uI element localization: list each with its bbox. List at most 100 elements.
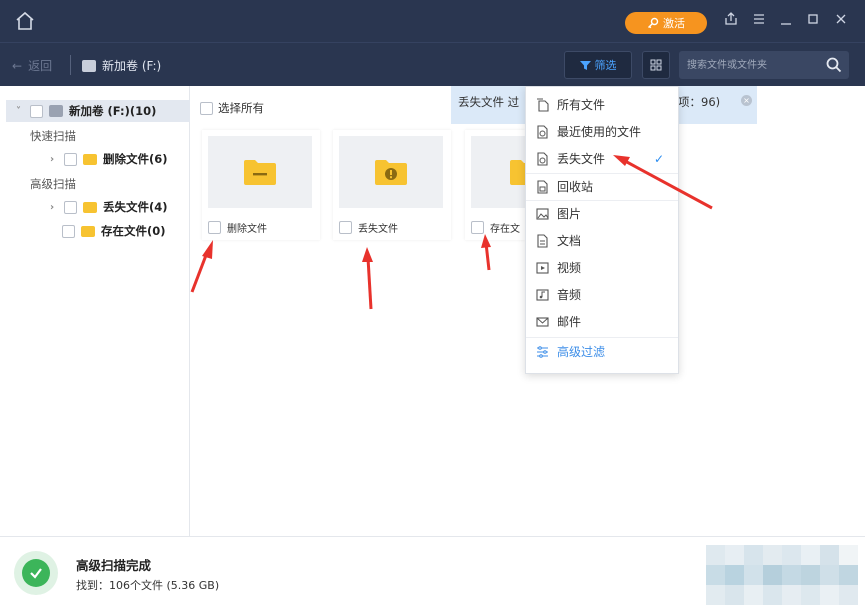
check-icon: ✓ [653, 151, 664, 166]
existing-files-label: 存在文件(0) [101, 224, 166, 238]
minimize-icon[interactable] [777, 12, 795, 30]
mail-icon [536, 316, 549, 327]
toolbar: ← 返回 新加卷 (F:) 筛选 [0, 42, 865, 86]
back-label: 返回 [28, 59, 53, 73]
select-all-label: 选择所有 [218, 101, 264, 115]
deleted-files-checkbox[interactable] [64, 152, 77, 166]
image-icon [536, 207, 549, 220]
status-title: 高级扫描完成 [76, 558, 152, 573]
grid-view-icon [650, 59, 662, 71]
menu-item-documents[interactable]: 文档 [526, 227, 678, 254]
folder-card-lost[interactable]: 丢失文件 [333, 130, 451, 240]
chevron-right-icon[interactable]: › [50, 202, 58, 213]
filter-dropdown-menu: 所有文件 最近使用的文件 丢失文件 ✓ 回收站 图片 文档 视频 音频 邮件 高… [525, 86, 679, 374]
card-label-text: 丢失文件 [358, 224, 398, 235]
recycle-bin-icon [537, 179, 548, 194]
title-bar: 激活 [0, 0, 865, 42]
menu-item-images[interactable]: 图片 [526, 200, 678, 227]
recent-files-icon [537, 124, 548, 139]
folder-thumbnail [471, 136, 525, 208]
quick-scan-heading: 快速扫描 [30, 129, 76, 143]
filter-button[interactable]: 筛选 [564, 51, 632, 79]
root-label: 新加卷 (F:)(10) [69, 104, 157, 118]
share-icon[interactable] [722, 12, 740, 30]
existing-folder-icon [510, 160, 525, 185]
lost-files-checkbox[interactable] [64, 200, 77, 214]
menu-item-label: 图片 [557, 207, 582, 221]
card-label: 存在文 [471, 220, 520, 235]
menu-item-audio[interactable]: 音频 [526, 281, 678, 308]
advanced-scan-heading: 高级扫描 [30, 177, 76, 191]
card-checkbox[interactable] [208, 221, 221, 234]
status-found-count: 找到：106个文件 (5.36 GB) [76, 579, 220, 592]
menu-item-mail[interactable]: 邮件 [526, 308, 678, 335]
search-icon[interactable] [826, 57, 842, 73]
menu-icon[interactable] [750, 12, 768, 30]
audio-icon [536, 288, 549, 301]
search-box [679, 51, 849, 79]
card-label: 删除文件 [208, 220, 267, 235]
menu-item-all-files[interactable]: 所有文件 [526, 91, 678, 118]
deleted-folder-icon [83, 153, 97, 165]
blurred-area [706, 545, 858, 605]
search-input[interactable] [687, 51, 822, 79]
menu-item-recycle-bin[interactable]: 回收站 [526, 173, 678, 200]
menu-item-label: 音频 [557, 288, 582, 302]
menu-item-label: 视频 [557, 261, 582, 275]
info-text-left: 丢失文件 过 [458, 95, 520, 109]
checkmark-icon [22, 559, 50, 587]
menu-item-advanced-filter[interactable]: 高级过滤 [526, 338, 678, 365]
menu-item-lost-files[interactable]: 丢失文件 ✓ [526, 145, 678, 172]
menu-item-label: 回收站 [557, 180, 594, 194]
select-all[interactable]: 选择所有 [200, 100, 264, 116]
home-icon[interactable] [14, 11, 36, 31]
advanced-filter-icon [537, 345, 548, 358]
card-checkbox[interactable] [471, 221, 484, 234]
lost-files-label: 丢失文件(4) [103, 200, 168, 214]
all-files-icon [537, 97, 549, 112]
key-icon [648, 17, 659, 29]
lost-files-icon [537, 151, 548, 166]
tree-item-deleted-files[interactable]: › 删除文件(6) [50, 151, 168, 167]
menu-item-recent-files[interactable]: 最近使用的文件 [526, 118, 678, 145]
view-toggle-button[interactable] [642, 51, 670, 79]
toolbar-divider [70, 55, 71, 75]
tree-root-drive[interactable]: ˅ 新加卷 (F:)(10) [6, 100, 190, 122]
activate-button[interactable]: 激活 [625, 12, 707, 34]
lost-folder-icon [375, 160, 407, 185]
chevron-right-icon[interactable]: › [50, 154, 58, 165]
card-label-text: 存在文 [490, 224, 520, 235]
tree-item-existing-files[interactable]: 存在文件(0) [62, 223, 166, 239]
status-bar: 高级扫描完成 找到：106个文件 (5.36 GB) [0, 536, 865, 606]
back-button[interactable]: ← 返回 [12, 57, 52, 74]
existing-files-checkbox[interactable] [62, 224, 75, 238]
close-icon[interactable] [832, 12, 850, 30]
deleted-files-label: 删除文件(6) [103, 152, 168, 166]
maximize-icon[interactable] [804, 12, 822, 30]
lost-folder-icon [83, 201, 97, 213]
info-text-right: 项：96) [678, 95, 721, 109]
folder-thumbnail [208, 136, 312, 208]
select-all-checkbox[interactable] [200, 101, 213, 115]
scan-complete-badge [14, 551, 58, 595]
sidebar-tree: ˅ 新加卷 (F:)(10) 快速扫描 › 删除文件(6) 高级扫描 › 丢失文… [0, 86, 190, 536]
existing-folder-icon [81, 225, 95, 237]
menu-item-label: 邮件 [557, 315, 582, 329]
document-icon [537, 233, 548, 248]
info-close-icon[interactable]: × [741, 95, 752, 106]
breadcrumb: 新加卷 (F:) [82, 57, 161, 74]
folder-card-deleted[interactable]: 删除文件 [202, 130, 320, 240]
tree-item-lost-files[interactable]: › 丢失文件(4) [50, 199, 168, 215]
card-label: 丢失文件 [339, 220, 398, 235]
drive-icon [82, 59, 96, 72]
menu-item-videos[interactable]: 视频 [526, 254, 678, 281]
back-arrow-icon: ← [12, 58, 23, 73]
root-checkbox[interactable] [30, 104, 43, 118]
video-icon [536, 261, 549, 274]
breadcrumb-label: 新加卷 (F:) [102, 59, 162, 73]
chevron-down-icon[interactable]: ˅ [16, 106, 24, 117]
filter-label: 筛选 [594, 59, 617, 72]
card-checkbox[interactable] [339, 221, 352, 234]
folder-card-existing[interactable]: 存在文 [465, 130, 525, 240]
menu-item-label: 丢失文件 [557, 152, 606, 166]
